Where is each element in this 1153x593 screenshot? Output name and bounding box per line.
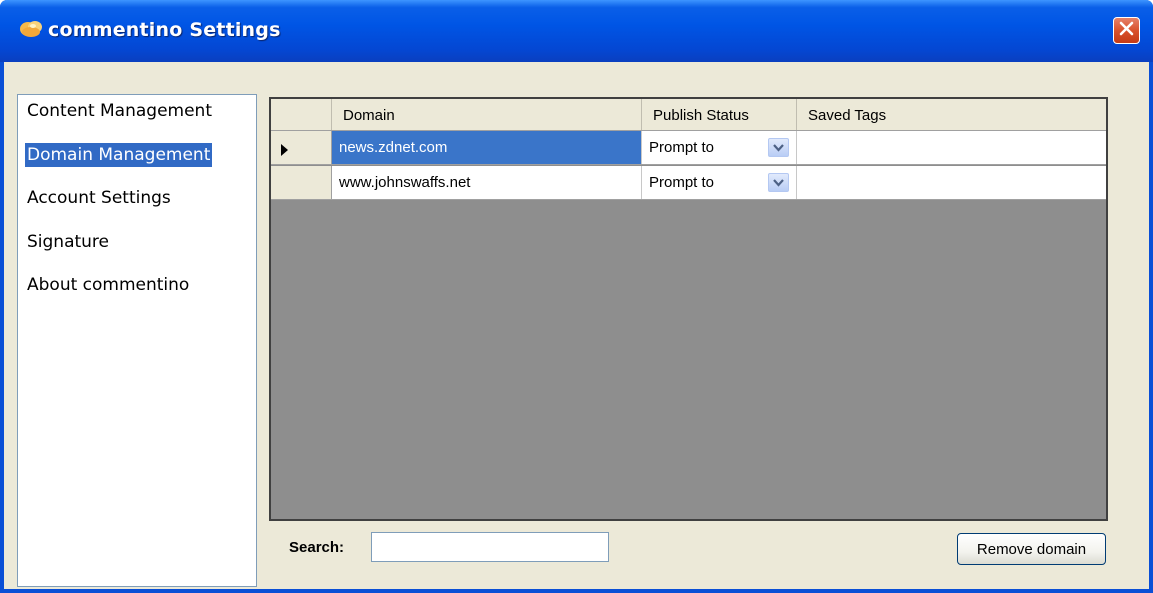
current-row-arrow-icon	[281, 141, 289, 160]
publish-status-dropdown-button[interactable]	[768, 138, 789, 157]
row-header-corner	[271, 99, 332, 130]
search-input[interactable]	[371, 532, 609, 562]
cell-saved-tags[interactable]	[797, 131, 1106, 164]
close-icon	[1119, 21, 1134, 40]
cell-publish-status[interactable]: Prompt to	[642, 131, 797, 164]
settings-navigation: Content Management Domain Management Acc…	[17, 94, 257, 587]
cell-publish-status[interactable]: Prompt to	[642, 166, 797, 199]
table-row[interactable]: www.johnswaffs.net Prompt to	[271, 166, 1106, 200]
window-title: commentino Settings	[48, 19, 281, 41]
row-header[interactable]	[271, 131, 332, 164]
cell-saved-tags[interactable]	[797, 166, 1106, 199]
grid-header: Domain Publish Status Saved Tags	[271, 99, 1106, 131]
nav-item-domain-management[interactable]: Domain Management	[25, 143, 213, 167]
commentino-cloud-icon	[18, 17, 44, 41]
table-row[interactable]: news.zdnet.com Prompt to	[271, 131, 1106, 165]
cell-domain[interactable]: www.johnswaffs.net	[332, 166, 642, 199]
column-header-domain[interactable]: Domain	[332, 99, 642, 130]
remove-domain-button[interactable]: Remove domain	[957, 533, 1106, 565]
cell-domain[interactable]: news.zdnet.com	[332, 131, 642, 164]
row-header[interactable]	[271, 166, 332, 199]
column-header-saved-tags[interactable]: Saved Tags	[797, 99, 1106, 130]
nav-item-about-commentino[interactable]: About commentino	[25, 273, 191, 297]
search-label: Search:	[289, 539, 345, 556]
domain-grid[interactable]: Domain Publish Status Saved Tags news.zd…	[269, 97, 1108, 521]
publish-status-value: Prompt to	[649, 139, 715, 156]
nav-item-content-management[interactable]: Content Management	[25, 99, 214, 123]
chevron-down-icon	[773, 166, 784, 199]
publish-status-value: Prompt to	[649, 174, 715, 191]
nav-item-account-settings[interactable]: Account Settings	[25, 186, 173, 210]
column-header-publish-status[interactable]: Publish Status	[642, 99, 797, 130]
close-button[interactable]	[1113, 17, 1140, 44]
publish-status-dropdown-button[interactable]	[768, 173, 789, 192]
nav-item-signature[interactable]: Signature	[25, 230, 111, 254]
title-bar[interactable]: commentino Settings	[0, 0, 1153, 62]
chevron-down-icon	[773, 131, 784, 164]
